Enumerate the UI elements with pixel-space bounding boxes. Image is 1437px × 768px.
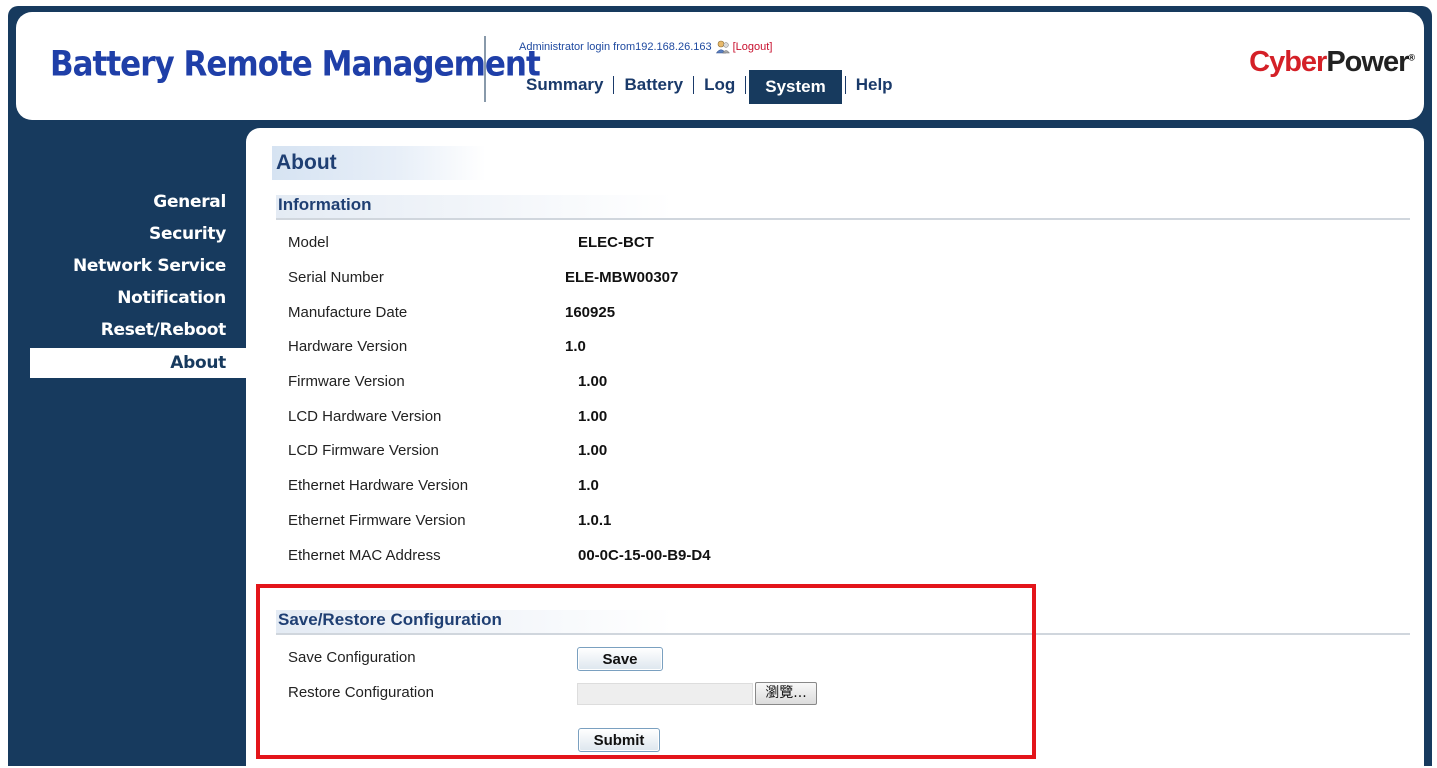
sidebar-item-general[interactable]: General <box>16 188 246 220</box>
nav-separator <box>844 76 846 94</box>
restore-config-label: Restore Configuration <box>288 684 434 701</box>
sidebar-item-about[interactable]: About <box>30 348 246 378</box>
restore-file-input[interactable] <box>577 683 753 705</box>
info-row: LCD Firmware Version 1.00 <box>288 438 888 464</box>
login-info: Administrator login from192.168.26.163 [… <box>519 40 772 54</box>
nav-log[interactable]: Log <box>697 68 742 102</box>
info-label: Serial Number <box>288 269 384 286</box>
info-row: Ethernet Firmware Version 1.0.1 <box>288 508 888 534</box>
config-heading: Save/Restore Configuration <box>276 610 1410 635</box>
info-row: Serial Number ELE-MBW00307 <box>288 265 888 291</box>
info-label: LCD Hardware Version <box>288 408 442 425</box>
info-label: Firmware Version <box>288 373 405 390</box>
nav-separator <box>745 76 747 94</box>
nav-system[interactable]: System <box>749 69 842 104</box>
page-title: About <box>272 146 486 180</box>
logo-registered-mark: ® <box>1408 52 1415 63</box>
info-label: Ethernet Firmware Version <box>288 512 466 529</box>
info-label: Manufacture Date <box>288 304 408 321</box>
info-value: 1.0 <box>578 477 599 494</box>
info-value: 1.00 <box>578 408 608 425</box>
info-row: Hardware Version 1.0 <box>288 334 888 360</box>
content-panel: About Information Model ELEC-BCT Serial … <box>246 128 1424 768</box>
sidebar-item-network-service[interactable]: Network Service <box>16 252 246 284</box>
nav-summary[interactable]: Summary <box>519 68 610 102</box>
info-label: Hardware Version <box>288 338 408 355</box>
info-row: Manufacture Date 160925 <box>288 300 888 326</box>
info-value: ELE-MBW00307 <box>565 269 679 286</box>
user-icon <box>715 40 730 54</box>
info-label: LCD Firmware Version <box>288 442 439 459</box>
info-row: Ethernet Hardware Version 1.0 <box>288 473 888 499</box>
sidebar-item-notification[interactable]: Notification <box>16 284 246 316</box>
info-value: ELEC-BCT <box>578 234 654 251</box>
save-button[interactable]: Save <box>577 647 663 671</box>
information-heading: Information <box>276 195 1410 220</box>
header-divider <box>484 36 486 102</box>
nav-battery[interactable]: Battery <box>617 68 690 102</box>
info-value: 1.00 <box>578 442 608 459</box>
info-label: Model <box>288 234 329 251</box>
submit-button[interactable]: Submit <box>578 728 660 752</box>
info-value: 1.0.1 <box>578 512 612 529</box>
info-row: Model ELEC-BCT <box>288 230 888 256</box>
logo-part-power: Power <box>1326 46 1409 78</box>
info-label: Ethernet MAC Address <box>288 547 441 564</box>
browse-button[interactable]: 瀏覽... <box>755 682 817 705</box>
sidebar-item-reset-reboot[interactable]: Reset/Reboot <box>16 316 246 348</box>
login-text: Administrator login from192.168.26.163 <box>519 41 712 53</box>
main-nav: Summary Battery Log System Help <box>519 68 900 104</box>
sidebar-item-security[interactable]: Security <box>16 220 246 252</box>
nav-separator <box>693 76 695 94</box>
info-value: 00-0C-15-00-B9-D4 <box>578 547 711 564</box>
cyberpower-logo: CyberPower® <box>1249 46 1415 79</box>
info-row: Ethernet MAC Address 00-0C-15-00-B9-D4 <box>288 543 888 569</box>
info-label: Ethernet Hardware Version <box>288 477 469 494</box>
nav-help[interactable]: Help <box>849 68 900 102</box>
app-title: Battery Remote Management <box>50 44 541 85</box>
save-config-label: Save Configuration <box>288 649 416 666</box>
sidebar: General Security Network Service Notific… <box>16 188 246 378</box>
nav-separator <box>613 76 615 94</box>
logo-part-cyber: Cyber <box>1249 46 1327 78</box>
info-row: Firmware Version 1.00 <box>288 369 888 395</box>
info-value: 1.00 <box>578 373 608 390</box>
info-value: 1.0 <box>565 338 586 355</box>
logout-link[interactable]: [Logout] <box>733 41 773 53</box>
header: Battery Remote Management Administrator … <box>16 12 1424 120</box>
info-value: 160925 <box>565 304 616 321</box>
info-row: LCD Hardware Version 1.00 <box>288 404 888 430</box>
